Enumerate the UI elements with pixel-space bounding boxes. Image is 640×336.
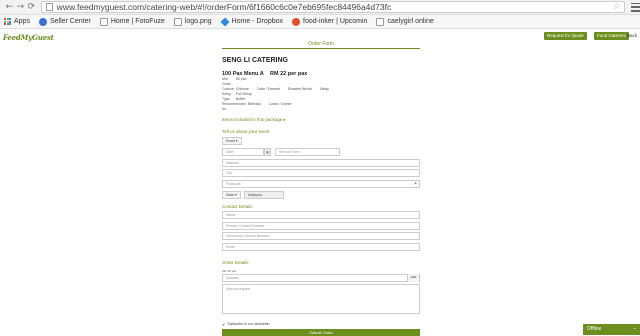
bookmark-seller-center[interactable]: Seller Center: [38, 17, 91, 26]
menu-icon[interactable]: [631, 2, 640, 12]
subscribe-label: Subscribe to our newsletter: [227, 322, 270, 326]
bookmark-label: caelygirl online: [387, 18, 434, 25]
state-select[interactable]: State ▾: [222, 190, 241, 199]
reload-icon[interactable]: ⟳: [26, 2, 37, 13]
detail-key: Recommended for: [222, 102, 246, 111]
subscribe-row[interactable]: ✔ Subscribe to our newsletter: [222, 322, 420, 327]
apps-grid-icon: [4, 18, 11, 25]
bookmark-logo-png[interactable]: logo.png: [173, 17, 212, 26]
minimize-icon[interactable]: –: [633, 324, 636, 335]
star-icon[interactable]: ☆: [613, 2, 621, 12]
detail-value: Birthday: [248, 102, 261, 106]
country-field: Malaysia: [243, 190, 284, 199]
detail-row: Recommended for Birthday Lunch / Dinner: [222, 102, 420, 112]
page-icon: [99, 17, 108, 26]
postcode-placeholder: Postcode: [226, 181, 241, 186]
request-quote-button[interactable]: Request for Quote: [544, 32, 587, 40]
seller-center-icon: [38, 17, 47, 26]
browser-toolbar: ← → ⟳ www.feedmyguest.com/catering-web/#…: [0, 0, 640, 15]
event-type-select[interactable]: Event ▾: [222, 137, 242, 145]
quantity-placeholder: Quantity: [226, 275, 240, 280]
postcode-input[interactable]: Postcode +: [222, 179, 420, 188]
section-contact-label: Contact Details: [222, 203, 253, 209]
section-event-label: Tell us about your event: [222, 129, 270, 134]
detail-value: Lunch / Dinner: [268, 102, 292, 106]
plus-icon[interactable]: +: [414, 181, 417, 187]
menu-details: Min Order 80 pax Cuisine Chinese Cake / Des…: [222, 77, 420, 112]
detail-value: 80 pax: [236, 77, 247, 81]
date-input[interactable]: Date: [222, 148, 264, 156]
page-icon: [45, 3, 53, 11]
caterer-name: SENG LI CATERING: [222, 57, 288, 64]
order-form: Order Form SENG LI CATERING 100 Pax Menu…: [222, 40, 420, 336]
name-input[interactable]: Name: [222, 211, 420, 219]
bookmark-caelygirl[interactable]: caelygirl online: [376, 17, 434, 26]
section-order-label: Order Details: [222, 259, 249, 265]
service-time-input[interactable]: Service Time: [275, 148, 340, 156]
detail-key: Min Order: [222, 77, 231, 86]
bookmark-fotofuze[interactable]: Home | FotoFuze: [99, 17, 165, 26]
site-logo[interactable]: FeedMyGuest: [3, 33, 54, 42]
bookmark-apps[interactable]: Apps: [4, 18, 30, 25]
bookmark-label: logo.png: [184, 18, 212, 25]
back-link[interactable]: Back: [627, 32, 637, 40]
bookmark-food-inker[interactable]: food-inker | Upcomin: [292, 17, 368, 26]
page-icon: [376, 17, 385, 26]
address-bar[interactable]: www.feedmyguest.com/catering-web/#!/orde…: [40, 1, 626, 13]
detail-value: Cake / Dessert: [256, 87, 280, 91]
chat-offline-widget[interactable]: Offline –: [583, 324, 640, 335]
bookmark-label: Apps: [14, 18, 30, 25]
food-caterers-button[interactable]: Food Caterers: [594, 32, 629, 40]
menu-price: RM 22 per pax: [270, 71, 308, 77]
dropbox-icon: [220, 16, 230, 27]
items-included-link[interactable]: Items included in this package ▸: [222, 117, 420, 123]
back-arrow-icon[interactable]: ←: [4, 2, 15, 13]
bookmark-label: food-inker | Upcomin: [303, 18, 368, 25]
phone-input[interactable]: Primary Contact Number: [222, 221, 420, 230]
bookmark-label: Home | FotoFuze: [110, 18, 165, 25]
email-input[interactable]: Email: [222, 242, 420, 251]
special-request-textarea[interactable]: Special request: [222, 283, 420, 314]
food-inker-icon: [292, 17, 300, 26]
bookmark-dropbox[interactable]: Home - Dropbox: [220, 16, 283, 27]
bookmarks-bar: Apps Seller Center Home | FotoFuze logo.…: [0, 15, 640, 29]
bookmark-label: Seller Center: [49, 18, 91, 25]
chat-status: Offline: [587, 326, 602, 332]
city-input[interactable]: City: [222, 169, 420, 177]
secondary-phone-input[interactable]: Secondary Contact Number: [222, 232, 420, 240]
calendar-icon[interactable]: ▦: [264, 148, 271, 156]
detail-value: Roasted Whole: [288, 87, 312, 91]
quantity-suffix: pax: [407, 273, 419, 282]
detail-row: Min Order 80 pax: [222, 77, 420, 87]
url-text: www.feedmyguest.com/catering-web/#!/orde…: [56, 2, 392, 12]
quantity-input[interactable]: Quantity pax: [222, 273, 420, 282]
checkbox-checked-icon[interactable]: ✔: [222, 322, 225, 327]
min-pax-label: Min 80 pax: [222, 268, 237, 273]
address-input[interactable]: Address: [222, 158, 420, 167]
bookmark-label: Home - Dropbox: [231, 18, 283, 25]
forward-arrow-icon[interactable]: →: [15, 2, 26, 13]
form-title: Order Form: [222, 40, 420, 49]
page-icon: [173, 17, 182, 26]
detail-value: Satay: [319, 87, 329, 91]
